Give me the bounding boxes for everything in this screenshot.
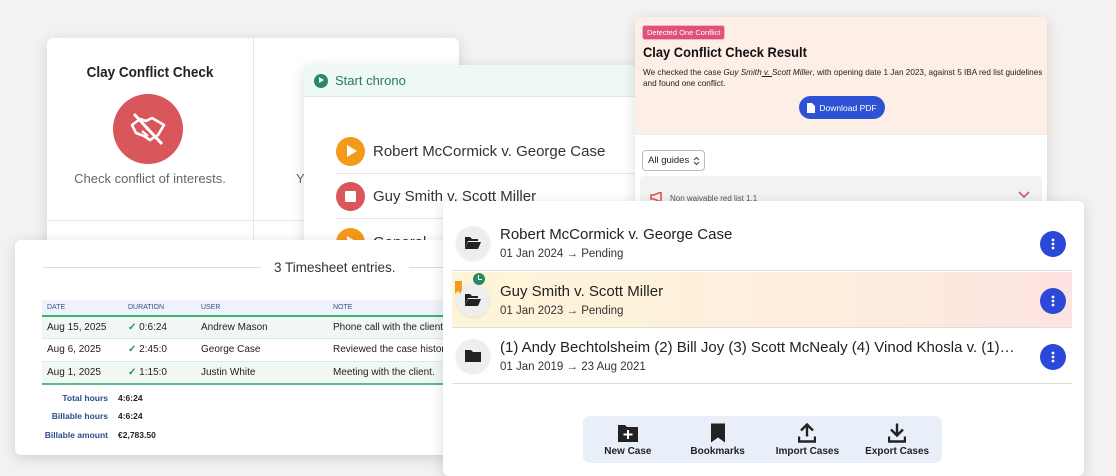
chrono-item-label: Robert McCormick v. George Case bbox=[373, 143, 606, 160]
play-icon bbox=[314, 73, 328, 88]
chrono-header-label: Start chrono bbox=[335, 73, 406, 88]
download-pdf-button[interactable]: Download PDF bbox=[799, 96, 885, 119]
case-dates: 01 Jan 2023 → Pending bbox=[500, 304, 624, 317]
kebab-icon bbox=[1051, 238, 1055, 250]
folder-closed-icon bbox=[456, 338, 490, 373]
cell-date: Aug 6, 2025 bbox=[42, 338, 123, 362]
cell-duration: ✓ 0:6:24 bbox=[123, 316, 196, 339]
new-case-button[interactable]: New Case bbox=[586, 423, 670, 457]
case-name: Robert McCormick v. George Case bbox=[500, 225, 733, 243]
play-icon[interactable] bbox=[336, 137, 365, 166]
column-header-user[interactable]: USER bbox=[196, 300, 328, 317]
result-description: We checked the case Guy Smith v. Scott M… bbox=[643, 68, 1043, 88]
table-row[interactable]: Aug 6, 2025 ✓ 2:45:0 George Case Reviewe… bbox=[42, 338, 478, 362]
column-header-date[interactable]: DATE bbox=[42, 300, 123, 317]
kebab-icon bbox=[1051, 351, 1055, 363]
cell-user: Andrew Mason bbox=[196, 316, 328, 339]
divider bbox=[253, 38, 254, 258]
upload-icon bbox=[798, 422, 817, 443]
check-icon: ✓ bbox=[128, 322, 137, 333]
stop-icon[interactable] bbox=[336, 182, 365, 211]
case-name: Guy Smith v. Scott Miller bbox=[500, 282, 664, 300]
clock-icon bbox=[473, 273, 485, 285]
bookmarks-button[interactable]: Bookmarks bbox=[676, 423, 760, 457]
guides-select[interactable]: All guides bbox=[642, 150, 705, 171]
cell-duration: ✓ 1:15:0 bbox=[123, 361, 196, 385]
conflict-card-title: Clay Conflict Check bbox=[86, 64, 214, 81]
chrono-item[interactable]: Robert McCormick v. George Case bbox=[336, 130, 650, 174]
timesheet-count: 3 Timesheet entries. bbox=[274, 260, 396, 275]
cell-user: George Case bbox=[196, 338, 328, 362]
status-badge: Detected One Conflict bbox=[642, 25, 726, 40]
download-pdf-label: Download PDF bbox=[819, 102, 877, 113]
result-header: Detected One Conflict Clay Conflict Chec… bbox=[635, 17, 1047, 135]
updown-chevron-icon bbox=[693, 156, 700, 165]
cell-date: Aug 15, 2025 bbox=[42, 316, 123, 339]
bookmark-icon bbox=[710, 423, 725, 442]
check-icon: ✓ bbox=[128, 344, 137, 356]
chrono-header[interactable]: Start chrono bbox=[304, 65, 650, 97]
summary-billable-hours: Billable hours 4:6:24 bbox=[51, 411, 143, 421]
case-dates: 01 Jan 2019 → 23 Aug 2021 bbox=[500, 360, 646, 373]
summary-total-hours: Total hours 4:6:24 bbox=[62, 393, 143, 403]
more-options-button[interactable] bbox=[1040, 344, 1066, 370]
result-title: Clay Conflict Check Result bbox=[643, 44, 807, 60]
guides-select-value: All guides bbox=[648, 155, 690, 166]
case-item[interactable]: (1) Andy Bechtolsheim (2) Bill Joy (3) S… bbox=[452, 328, 1072, 384]
export-cases-button[interactable]: Export Cases bbox=[855, 423, 939, 457]
cell-duration: ✓ 2:45:0 bbox=[123, 338, 196, 362]
case-item[interactable]: Robert McCormick v. George Case 01 Jan 2… bbox=[452, 215, 1072, 271]
case-name: (1) Andy Bechtolsheim (2) Bill Joy (3) S… bbox=[500, 338, 1015, 356]
cell-date: Aug 1, 2025 bbox=[42, 361, 123, 385]
case-item-selected[interactable]: Guy Smith v. Scott Miller 01 Jan 2023 → … bbox=[452, 272, 1072, 328]
timesheet-heading: 3 Timesheet entries. bbox=[43, 260, 478, 275]
download-icon bbox=[888, 423, 907, 443]
kebab-icon bbox=[1051, 295, 1055, 307]
column-header-duration[interactable]: DURATION bbox=[123, 300, 196, 317]
summary-billable-amount: Billable amount €2,783.50 bbox=[44, 430, 156, 440]
document-icon bbox=[807, 102, 816, 113]
cases-toolbar: New Case Bookmarks Import Cases Export C… bbox=[583, 416, 942, 463]
conflict-card-subtitle: Check conflict of interests. bbox=[74, 171, 226, 186]
check-icon: ✓ bbox=[128, 366, 137, 378]
case-dates: 01 Jan 2024 → Pending bbox=[500, 247, 624, 260]
bookmark-icon bbox=[455, 281, 462, 294]
conflict-result-card: Detected One Conflict Clay Conflict Chec… bbox=[635, 17, 1047, 217]
more-options-button[interactable] bbox=[1040, 288, 1066, 314]
folder-open-icon bbox=[456, 225, 490, 260]
timesheet-card: 3 Timesheet entries. DATE DURATION USER … bbox=[15, 240, 478, 455]
cases-card: Robert McCormick v. George Case 01 Jan 2… bbox=[443, 201, 1084, 476]
more-options-button[interactable] bbox=[1040, 231, 1066, 257]
chevron-down-icon[interactable] bbox=[1018, 191, 1030, 199]
cell-user: Justin White bbox=[196, 361, 328, 385]
timesheet-table: DATE DURATION USER NOTE Aug 15, 2025 ✓ 0… bbox=[42, 300, 478, 385]
import-cases-button[interactable]: Import Cases bbox=[765, 422, 849, 457]
table-row[interactable]: Aug 1, 2025 ✓ 1:15:0 Justin White Meetin… bbox=[42, 361, 478, 385]
table-row[interactable]: Aug 15, 2025 ✓ 0:6:24 Andrew Mason Phone… bbox=[42, 316, 478, 339]
folder-plus-icon bbox=[617, 424, 638, 442]
handshake-slash-icon bbox=[113, 94, 183, 164]
